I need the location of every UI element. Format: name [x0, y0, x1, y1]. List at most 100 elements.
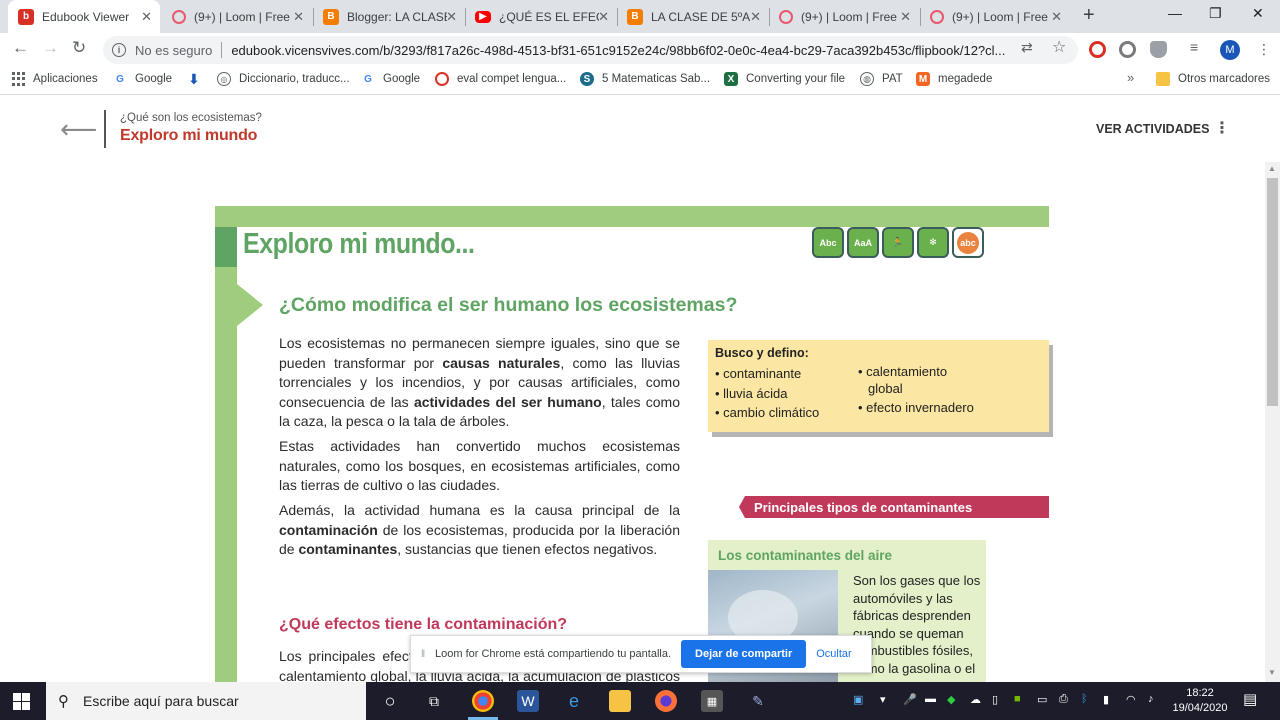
close-tab-icon[interactable]: ✕: [900, 9, 911, 25]
media-playlist-icon[interactable]: ≡: [1190, 39, 1198, 55]
vocabulary-badge-icon[interactable]: Abc: [812, 227, 844, 258]
back-arrow-icon[interactable]: ←: [12, 38, 29, 58]
bookmark-converting[interactable]: X Converting your file: [724, 72, 845, 86]
search-placeholder: Escribe aquí para buscar: [83, 693, 239, 709]
edge-icon[interactable]: e: [563, 690, 585, 712]
word-icon[interactable]: W: [517, 690, 539, 712]
cortana-icon[interactable]: ○: [379, 690, 401, 712]
bookmark-pat[interactable]: ◍ PAT: [860, 72, 903, 86]
browser-toolbar: ← → ↻ i No es seguro edubook.vicensvives…: [0, 33, 1280, 65]
bookmark-diccionario[interactable]: ◎ Diccionario, traducc...: [217, 72, 350, 86]
extension-red-icon[interactable]: [1089, 41, 1106, 58]
tray-drive-icon[interactable]: ▬: [925, 693, 936, 705]
tab-loom-2[interactable]: (9+) | Loom | Free ✕: [769, 0, 919, 33]
bookmark-label: Converting your file: [746, 73, 846, 85]
url-text[interactable]: edubook.vicensvives.com/b/3293/f817a26c-…: [231, 43, 1011, 58]
calculator-icon[interactable]: ▦: [701, 690, 723, 712]
file-explorer-icon[interactable]: [609, 690, 631, 712]
vocabulary-title: Busco y defino:: [715, 346, 809, 360]
avatar[interactable]: M: [1220, 40, 1240, 60]
security-label[interactable]: No es seguro: [135, 43, 212, 58]
tab-loom-3[interactable]: (9+) | Loom | Free ✕: [920, 0, 1070, 33]
close-tab-icon[interactable]: ✕: [750, 9, 761, 25]
ver-actividades-button[interactable]: VER ACTIVIDADES: [1096, 122, 1209, 136]
forward-arrow-icon[interactable]: →: [42, 38, 59, 58]
google-icon: G: [116, 73, 124, 85]
task-view-icon[interactable]: ⧉: [423, 690, 445, 712]
close-tab-icon[interactable]: ✕: [1051, 9, 1062, 25]
notifications-icon[interactable]: ▤: [1243, 690, 1257, 708]
close-tab-icon[interactable]: ✕: [598, 9, 609, 25]
microphone-icon[interactable]: 🎤: [903, 693, 917, 706]
close-tab-icon[interactable]: ✕: [446, 9, 457, 25]
maximize-button[interactable]: ❐: [1209, 5, 1222, 22]
volume-icon[interactable]: ♪: [1148, 693, 1154, 705]
drag-handle-icon[interactable]: ‖: [421, 649, 427, 660]
other-bookmarks[interactable]: Otros marcadores: [1156, 72, 1270, 86]
bookmark-star-icon[interactable]: ☆: [1052, 37, 1066, 57]
megadede-icon: M: [916, 72, 930, 86]
bookmark-google-1[interactable]: G Google: [113, 72, 172, 86]
close-tab-icon[interactable]: ✕: [141, 9, 152, 25]
scroll-down-icon[interactable]: ▼: [1268, 668, 1276, 677]
bookmark-megadede[interactable]: M megadede: [916, 72, 992, 86]
tab-blogger-1[interactable]: B Blogger: LA CLASE ✕: [313, 0, 465, 33]
bookmark-matematicas[interactable]: S 5 Matematicas Sab...: [580, 72, 710, 86]
windows-start-icon[interactable]: [13, 693, 30, 710]
reload-icon[interactable]: ↻: [72, 38, 86, 58]
bookmark-download[interactable]: ⬇: [187, 71, 209, 87]
bookmark-eval-compet[interactable]: eval compet lengua...: [435, 72, 566, 86]
stop-sharing-button[interactable]: Dejar de compartir: [681, 640, 807, 668]
back-arrow-icon[interactable]: ⟵: [60, 114, 97, 145]
extension-shield-icon[interactable]: [1150, 41, 1167, 58]
system-clock[interactable]: 18:22 19/04/2020: [1170, 686, 1230, 716]
scrollbar-thumb[interactable]: [1267, 178, 1278, 406]
hide-button[interactable]: Ocultar: [816, 648, 851, 660]
tab-blogger-2[interactable]: B LA CLASE DE 5ºA ✕: [617, 0, 769, 33]
tray-chevron-icon[interactable]: ▾: [880, 693, 886, 706]
flipbook-viewport: Exploro mi mundo... Abc AaA 🏃 ✻ abc ¿Cóm…: [0, 162, 1265, 682]
tray-monitor-icon[interactable]: ▭: [1037, 693, 1047, 706]
browser-menu-icon[interactable]: ⋮: [1257, 41, 1271, 58]
activity-run-badge-icon[interactable]: 🏃: [882, 227, 914, 258]
address-bar[interactable]: i No es seguro edubook.vicensvives.com/b…: [103, 36, 1078, 64]
bookmark-google-2[interactable]: G Google: [361, 72, 420, 86]
tab-title: (9+) | Loom | Free: [194, 9, 290, 24]
tray-printer-icon[interactable]: ⎙: [1059, 693, 1068, 706]
abc-badge-icon[interactable]: abc: [952, 227, 984, 258]
taskbar-search[interactable]: ⚲ Escribe aquí para buscar: [46, 682, 366, 720]
vocabulary-term: calentamientoglobal: [858, 364, 998, 397]
header-divider: [104, 110, 106, 148]
chrome-icon[interactable]: [472, 690, 494, 712]
close-window-button[interactable]: ✕: [1252, 5, 1264, 22]
close-tab-icon[interactable]: ✕: [293, 9, 304, 25]
more-options-icon[interactable]: ⋮: [1214, 118, 1230, 138]
bookmark-apps[interactable]: Aplicaciones: [12, 72, 98, 86]
new-tab-button[interactable]: +: [1083, 4, 1095, 27]
firefox-icon[interactable]: [655, 690, 677, 712]
tab-youtube[interactable]: ▶ ¿QUÉ ES EL EFECTO ✕: [465, 0, 617, 33]
reading-badge-icon[interactable]: AaA: [847, 227, 879, 258]
bluetooth-icon[interactable]: ᛒ: [1081, 693, 1088, 705]
translate-icon[interactable]: ⇄: [1021, 39, 1033, 56]
minimize-button[interactable]: —: [1168, 5, 1182, 21]
tray-device-icon[interactable]: ▯: [992, 693, 998, 706]
tab-loom-1[interactable]: (9+) | Loom | Free ✕: [162, 0, 312, 33]
scroll-up-icon[interactable]: ▲: [1268, 164, 1276, 173]
info-icon[interactable]: i: [112, 43, 126, 57]
wifi-icon[interactable]: ◠: [1126, 693, 1136, 706]
vocabulary-term: cambio climático: [715, 403, 819, 423]
tray-app-icon[interactable]: ▣: [853, 693, 863, 706]
app-icon[interactable]: ✎: [747, 690, 769, 712]
nvidia-icon[interactable]: ■: [1014, 693, 1021, 705]
battery-icon[interactable]: ▮: [1103, 693, 1109, 706]
tray-shield-icon[interactable]: ◆: [947, 693, 955, 706]
extension-loom-icon[interactable]: [1119, 41, 1136, 58]
tray-cloud-icon[interactable]: ☁: [970, 693, 981, 706]
vocabulary-list-1: contaminante lluvia ácida cambio climáti…: [715, 364, 819, 423]
bookmarks-overflow-button[interactable]: »: [1127, 70, 1134, 85]
bookmark-label: megadede: [938, 73, 993, 85]
activity-figure-badge-icon[interactable]: ✻: [917, 227, 949, 258]
tab-edubook[interactable]: b Edubook Viewer ✕: [8, 0, 160, 33]
vocabulary-list-2: calentamientoglobal efecto invernadero: [858, 364, 998, 420]
